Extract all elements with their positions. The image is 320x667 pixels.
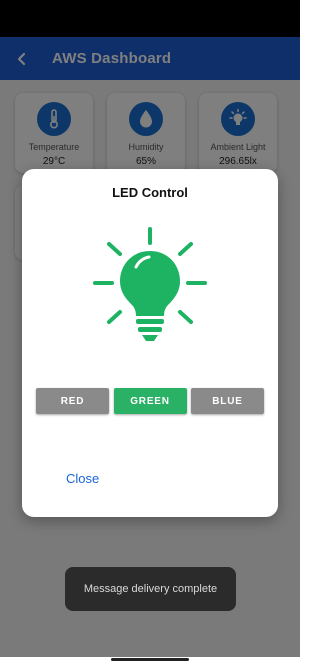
close-button[interactable]: Close [66,471,99,486]
navigation-bar [0,657,300,667]
red-button[interactable]: RED [36,388,109,414]
status-bar [0,0,300,37]
light-bulb-icon [93,227,207,341]
home-indicator[interactable] [111,658,189,661]
blue-button[interactable]: BLUE [191,388,264,414]
dialog-title: LED Control [112,185,188,200]
led-control-dialog: LED Control RED GREEN BLUE Close [22,169,278,517]
led-color-buttons: RED GREEN BLUE [36,388,264,414]
green-button[interactable]: GREEN [113,388,187,414]
toast-message: Message delivery complete [65,567,236,611]
